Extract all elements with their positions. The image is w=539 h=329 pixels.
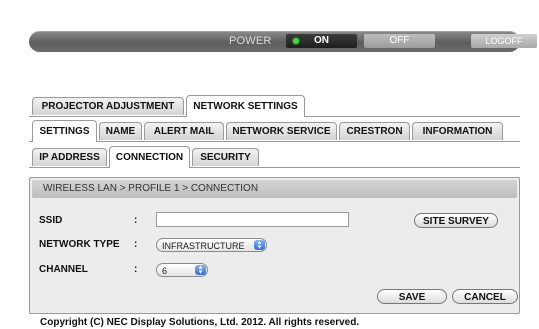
tab-alert-mail[interactable]: ALERT MAIL xyxy=(144,122,224,140)
channel-value: 6 xyxy=(162,266,168,276)
settings-tab-bar: IP ADDRESS CONNECTION SECURITY xyxy=(29,146,520,168)
network-type-label: NETWORK TYPE xyxy=(39,239,120,250)
connection-panel: WIRELESS LAN > PROFILE 1 > CONNECTION SS… xyxy=(29,177,520,314)
tab-settings[interactable]: SETTINGS xyxy=(32,120,97,142)
tab-connection[interactable]: CONNECTION xyxy=(109,146,190,168)
tab-information[interactable]: INFORMATION xyxy=(412,122,503,140)
network-type-colon: : xyxy=(134,239,138,250)
tab-crestron[interactable]: CRESTRON xyxy=(339,122,410,140)
power-bar: POWER ON OFF LOGOFF xyxy=(29,31,537,52)
tab-security[interactable]: SECURITY xyxy=(192,148,259,166)
tab-network-service[interactable]: NETWORK SERVICE xyxy=(226,122,337,140)
logoff-button[interactable]: LOGOFF xyxy=(471,34,537,48)
ssid-label: SSID xyxy=(39,215,63,226)
tab-projector-adjustment[interactable]: PROJECTOR ADJUSTMENT xyxy=(32,97,184,115)
network-type-select[interactable]: INFRASTRUCTURE ▴ ▾ xyxy=(156,238,267,252)
channel-colon: : xyxy=(134,264,138,275)
site-survey-button[interactable]: SITE SURVEY xyxy=(414,213,498,228)
tab-network-settings[interactable]: NETWORK SETTINGS xyxy=(186,95,305,117)
channel-select[interactable]: 6 ▴ ▾ xyxy=(156,263,208,277)
power-on-button[interactable]: ON xyxy=(286,34,357,48)
breadcrumb: WIRELESS LAN > PROFILE 1 > CONNECTION xyxy=(32,180,517,198)
power-on-label: ON xyxy=(314,35,329,46)
tab-name[interactable]: NAME xyxy=(99,122,142,140)
tab-ip-address[interactable]: IP ADDRESS xyxy=(32,148,107,166)
copyright-text: Copyright (C) NEC Display Solutions, Ltd… xyxy=(40,317,360,328)
power-on-indicator-icon xyxy=(293,38,299,44)
main-tab-bar: PROJECTOR ADJUSTMENT NETWORK SETTINGS xyxy=(29,95,520,117)
select-arrows-icon: ▴ ▾ xyxy=(254,239,265,251)
cancel-button[interactable]: CANCEL xyxy=(452,289,518,304)
settings-tab-divider xyxy=(29,167,520,168)
sub-tab-divider xyxy=(29,141,520,142)
power-off-button[interactable]: OFF xyxy=(364,34,435,48)
save-button[interactable]: SAVE xyxy=(377,289,447,304)
channel-label: CHANNEL xyxy=(39,264,88,275)
network-type-value: INFRASTRUCTURE xyxy=(162,241,245,251)
select-arrows-icon: ▴ ▾ xyxy=(195,264,206,276)
power-label: POWER xyxy=(229,35,272,47)
ssid-colon: : xyxy=(134,215,138,226)
ssid-input[interactable] xyxy=(156,212,349,227)
sub-tab-bar: SETTINGS NAME ALERT MAIL NETWORK SERVICE… xyxy=(29,120,520,142)
